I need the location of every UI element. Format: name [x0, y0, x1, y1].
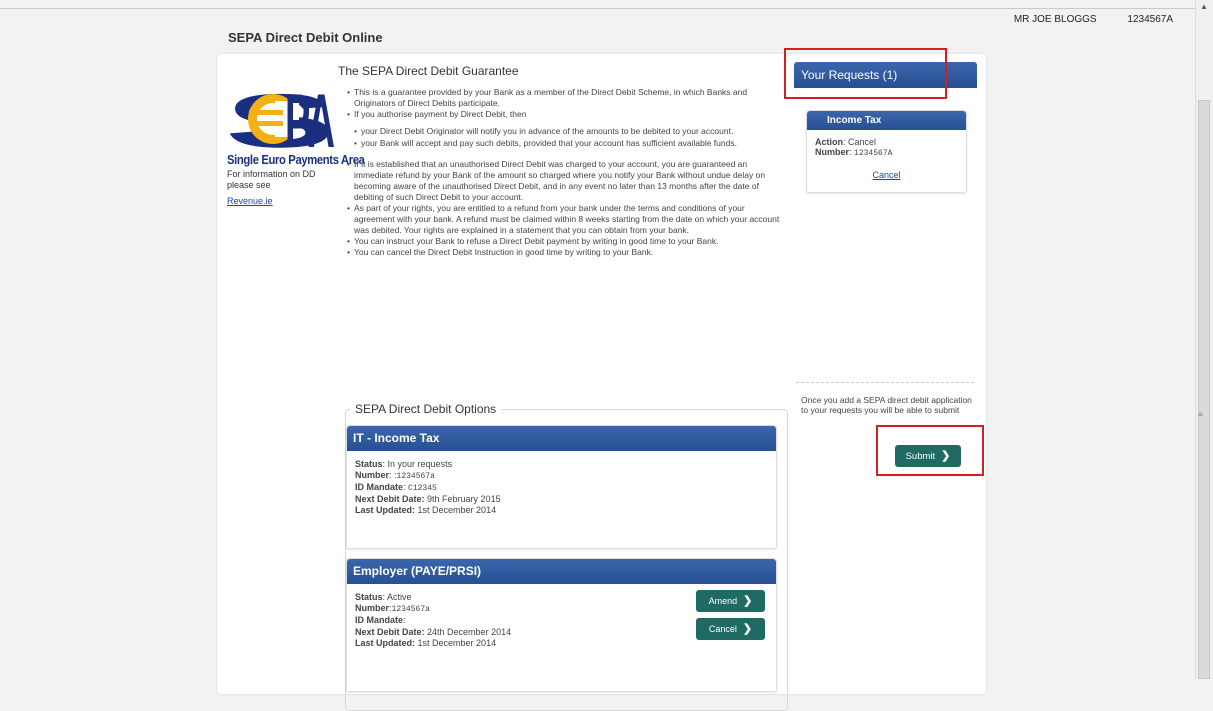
sepa-logo-caption: Single Euro Payments Area	[227, 153, 365, 167]
request-item-body: Action: Cancel Number: 1234567A Cancel	[807, 130, 966, 180]
guarantee-bullet: This is a guarantee provided by your Ban…	[347, 87, 783, 109]
dd-options-title: SEPA Direct Debit Options	[350, 402, 502, 416]
guarantee-section: The SEPA Direct Debit Guarantee This is …	[338, 64, 783, 258]
last-updated-value: 1st December 2014	[417, 505, 497, 515]
top-divider	[0, 8, 1196, 9]
main-content-card: S PA Single Euro Payments Area For infor…	[217, 54, 986, 711]
guarantee-bullet: If it is established that an unauthorise…	[347, 159, 783, 203]
employer-card-header: Employer (PAYE/PRSI)	[347, 559, 776, 584]
income-tax-card: IT - Income Tax Status: In your requests…	[346, 425, 777, 549]
your-requests-panel: Your Requests (1) Income Tax Action: Can…	[794, 62, 977, 475]
action-value: Cancel	[848, 137, 877, 147]
request-number-value: 1234567A	[854, 149, 893, 158]
request-item-header: Income Tax	[807, 111, 966, 130]
user-number: 1234567A	[1127, 14, 1173, 25]
dd-options-fieldset: SEPA Direct Debit Options IT - Income Ta…	[345, 402, 788, 711]
user-info: MR JOE BLOGGS 1234567A	[986, 14, 1173, 25]
next-debit-value: 24th December 2014	[427, 627, 512, 637]
scroll-grip-icon: ≡	[1198, 410, 1203, 419]
cancel-button[interactable]: Cancel ❯	[696, 618, 765, 640]
income-tax-card-header: IT - Income Tax	[347, 426, 776, 451]
employer-card-body: Status: Active Number:1234567a ID Mandat…	[347, 584, 776, 657]
dd-info-text: For information on DD please see	[227, 169, 316, 190]
scroll-thumb[interactable]	[1198, 100, 1210, 679]
user-name: MR JOE BLOGGS	[1013, 14, 1097, 25]
svg-text:PA: PA	[285, 79, 335, 151]
request-cancel-link[interactable]: Cancel	[815, 170, 958, 180]
vertical-scrollbar[interactable]: ▲ ≡	[1195, 0, 1213, 679]
status-value: In your requests	[387, 459, 453, 469]
chevron-right-icon: ❯	[743, 595, 753, 607]
revenue-link[interactable]: Revenue.ie	[227, 196, 273, 206]
last-updated-value: 1st December 2014	[417, 638, 497, 648]
income-tax-card-body: Status: In your requests Number: :123456…	[355, 459, 501, 515]
guarantee-sub-bullet: your Direct Debit Originator will notify…	[354, 126, 783, 137]
requests-note: Once you add a SEPA direct debit applica…	[801, 395, 972, 415]
submit-highlight-box	[876, 425, 984, 476]
guarantee-bullet: You can cancel the Direct Debit Instruct…	[347, 247, 783, 258]
amend-button[interactable]: Amend ❯	[696, 590, 765, 612]
guarantee-title: The SEPA Direct Debit Guarantee	[338, 64, 519, 78]
employer-card: Employer (PAYE/PRSI) Status: Active Numb…	[346, 558, 777, 692]
scroll-up-arrow-icon[interactable]: ▲	[1200, 2, 1208, 11]
next-debit-value: 9th February 2015	[427, 494, 501, 504]
id-mandate-value: C12345	[408, 484, 437, 493]
guarantee-list: If it is established that an unauthorise…	[338, 159, 783, 258]
guarantee-bullet: As part of your rights, you are entitled…	[347, 203, 783, 236]
requests-divider	[796, 382, 974, 383]
sepa-logo-panel: S PA Single Euro Payments Area For infor…	[227, 79, 365, 209]
requests-highlight-box	[784, 48, 947, 99]
page-title: SEPA Direct Debit Online	[228, 30, 383, 45]
guarantee-bullet: If you authorise payment by Direct Debit…	[347, 109, 783, 120]
guarantee-sublist: your Direct Debit Originator will notify…	[338, 126, 783, 149]
request-item: Income Tax Action: Cancel Number: 123456…	[806, 110, 967, 193]
sepa-logo-icon: S PA	[227, 79, 335, 151]
guarantee-bullet: You can instruct your Bank to refuse a D…	[347, 236, 783, 247]
guarantee-sub-bullet: your Bank will accept and pay such debit…	[354, 138, 783, 149]
number-value: 1234567a	[391, 605, 430, 614]
chevron-right-icon: ❯	[742, 623, 753, 635]
guarantee-list: This is a guarantee provided by your Ban…	[338, 87, 783, 120]
number-value: 1234567a	[396, 472, 435, 481]
status-value: Active	[387, 592, 412, 602]
